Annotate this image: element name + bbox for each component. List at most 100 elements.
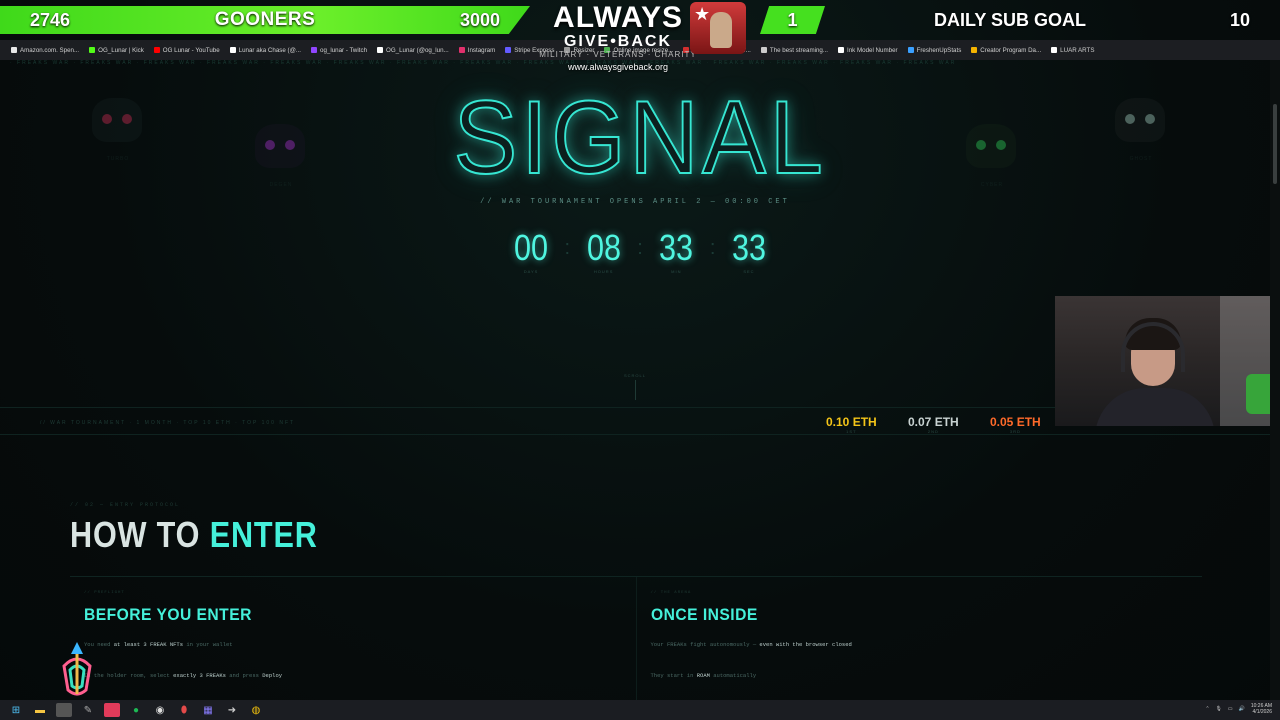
card-line-emphasis: exactly 3 FREAKs [173, 672, 226, 679]
spotify-icon[interactable]: ● [128, 703, 144, 717]
scrollbar-thumb[interactable] [1273, 104, 1277, 184]
bookmark-favicon-icon [311, 47, 318, 53]
pen-icon[interactable]: ✎ [80, 703, 96, 717]
grid-app-icon[interactable]: ▦ [200, 703, 216, 717]
obs-icon[interactable]: ◉ [152, 703, 168, 717]
card-title: ONCE INSIDE [650, 605, 758, 624]
how-section-kicker: // 02 — ENTRY PROTOCOL [70, 502, 181, 508]
bookmark-item[interactable]: LUAR ARTS [1046, 47, 1099, 54]
countdown-seconds-value: 33 [731, 227, 766, 268]
prize-first-place: 1ST [846, 429, 857, 434]
gooners-goal-bar: 2746 GOONERS 3000 [0, 6, 530, 34]
sub-goal-current: 1 [787, 9, 798, 30]
countdown-days: 00 DAYS [505, 228, 557, 276]
app-icon[interactable] [56, 703, 72, 717]
chrome-icon[interactable]: ◍ [248, 703, 264, 717]
bookmark-label: OG_Lunar (@og_lun... [386, 46, 449, 54]
microphone-icon[interactable]: 🎙 [1216, 706, 1222, 712]
bookmark-favicon-icon [907, 47, 914, 53]
countdown-days-value: 00 [513, 227, 549, 268]
bookmark-label: Amazon.com. Spen... [20, 46, 80, 54]
website-viewport: · FREAKS WAR · FREAKS WAR · FREAKS WAR ·… [0, 60, 1280, 700]
countdown-minutes: 33 MIN [650, 228, 702, 276]
countdown-timer: 00 DAYS : 08 HOURS : 33 MIN : 33 SEC [505, 228, 775, 276]
bookmark-favicon-icon [838, 47, 845, 53]
bookmark-favicon-icon [971, 47, 978, 53]
card-line-text: in your wallet [183, 641, 233, 648]
bookmark-favicon-icon [458, 47, 465, 53]
chevron-up-icon[interactable]: ⌃ [1205, 706, 1209, 712]
bookmark-favicon-icon [505, 47, 512, 53]
stream-frame: 2746 GOONERS 3000 1 DAILY SUB GOAL 10 AL… [0, 0, 1280, 720]
card-kicker: // THE ARENA [650, 591, 692, 595]
page-scrollbar[interactable] [1270, 60, 1280, 700]
bookmark-label: Ink Model Number [847, 46, 898, 54]
bookmark-favicon-icon [377, 47, 384, 53]
prize-second-place: 2ND [927, 429, 939, 434]
prize-first: 0.10 ETH 1ST [826, 415, 877, 434]
bookmark-item[interactable]: FreshenUpStats [903, 47, 967, 54]
gooners-goal-name: GOONERS [214, 9, 316, 30]
how-title-accent: ENTER [209, 514, 318, 555]
bookmark-item[interactable]: The best streaming... [756, 47, 833, 54]
network-icon[interactable]: ▭ [1228, 706, 1233, 712]
bookmark-label: Lunar aka Chase (@... [238, 46, 302, 54]
card-line-text: and press [225, 672, 263, 679]
entry-cards: // PREFLIGHT BEFORE YOU ENTER You need a… [70, 576, 1202, 700]
arrow-app-icon[interactable]: ➜ [224, 703, 240, 717]
bookmark-item[interactable]: og_lunar - Twitch [306, 47, 372, 54]
countdown-minutes-label: MIN [671, 269, 682, 274]
windows-taskbar: ⊞ ▬ ✎ ● ◉ ⬮ ▦ ➜ ◍ ⌃ 🎙 ▭ 🔊 10:26 AM 4/1/2… [0, 700, 1280, 720]
how-to-enter-heading: HOW TO ENTER [70, 515, 318, 555]
map-pin-icon[interactable]: ⬮ [176, 703, 192, 717]
taskbar-clock[interactable]: 10:26 AM 4/1/2026 [1251, 703, 1272, 715]
bookmark-favicon-icon [11, 47, 17, 53]
streamer-webcam [1055, 296, 1280, 426]
bookmark-favicon-icon [760, 47, 767, 53]
always-give-back-logo: ALWAYS GIVE•BACK MILITARY · VETERANS · C… [530, 2, 760, 78]
bookmark-favicon-icon [89, 47, 96, 53]
windows-start-icon[interactable]: ⊞ [8, 703, 24, 717]
prize-strip-text: // WAR TOURNAMENT · 1 MONTH · TOP 10 ETH… [40, 420, 296, 426]
bookmark-item[interactable]: Lunar aka Chase (@... [225, 47, 306, 54]
bookmark-item[interactable]: Ink Model Number [833, 47, 903, 54]
hero-subtitle: // WAR TOURNAMENT OPENS APRIL 2 — 00:00 … [480, 198, 790, 206]
scroll-indicator-line [635, 380, 636, 400]
gooners-goal-current: 2746 [30, 9, 71, 30]
sub-goal-name: DAILY SUB GOAL [934, 9, 1087, 30]
bookmark-favicon-icon [1051, 47, 1058, 53]
sub-goal-target: 10 [1229, 9, 1250, 30]
countdown-hours-label: HOURS [593, 269, 614, 274]
soldier-emblem-icon: ★ [690, 2, 746, 54]
file-explorer-icon[interactable]: ▬ [32, 703, 48, 717]
prize-third-amount: 0.05 ETH [990, 415, 1041, 429]
countdown-minutes-value: 33 [659, 227, 694, 268]
card-line-emphasis: at least 3 FREAK NFTs [113, 641, 184, 648]
card-line-emphasis: ROAM [696, 672, 710, 679]
gooners-goal-target: 3000 [459, 9, 500, 30]
bookmark-item[interactable]: OG_Lunar | Kick [84, 47, 149, 54]
countdown-seconds: 33 SEC [723, 228, 775, 276]
bookmark-label: Instagram [467, 46, 496, 54]
hero-title: SIGNAL [453, 80, 827, 196]
countdown-hours: 08 HOURS [578, 228, 630, 276]
media-app-icon[interactable] [104, 703, 120, 717]
prize-third-place: 3RD [1009, 429, 1021, 434]
bookmark-item[interactable]: OG_Lunar (@og_lun... [372, 47, 454, 54]
bookmark-item[interactable]: OG Lunar - YouTube [149, 47, 225, 54]
brand-url: www.alwaysgiveback.org [567, 62, 669, 72]
card-line-1: Your FREAKs fight autonomously — even wi… [651, 641, 1189, 648]
bookmark-item[interactable]: Amazon.com. Spen... [6, 47, 84, 54]
card-line-text: They start in [650, 672, 697, 679]
card-line-emphasis: even with the browser closed [759, 641, 852, 648]
bookmark-item[interactable]: Creator Program Da... [966, 47, 1046, 54]
bookmark-label: og_lunar - Twitch [320, 46, 368, 54]
bookmark-item[interactable]: Instagram [454, 47, 501, 54]
card-once-inside: // THE ARENA ONCE INSIDE Your FREAKs fig… [635, 577, 1203, 700]
countdown-seconds-label: SEC [743, 269, 755, 274]
prize-second: 0.07 ETH 2ND [908, 415, 959, 434]
countdown-separator: : [564, 237, 571, 259]
volume-icon[interactable]: 🔊 [1239, 706, 1245, 712]
prize-third: 0.05 ETH 3RD [990, 415, 1041, 434]
bookmark-label: OG_Lunar | Kick [98, 46, 144, 54]
